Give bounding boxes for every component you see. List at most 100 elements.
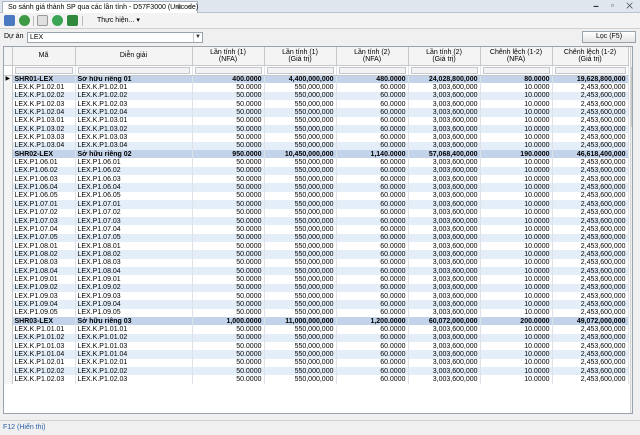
cell-value[interactable]: 550,000,000 [264,158,337,167]
table-row[interactable]: LEX.P1.09.05 LEX.P1.09.05 50.0000 550,000,0… [4,308,629,317]
column-filter-input[interactable] [194,66,262,74]
cell-value[interactable]: 50.0000 [192,233,265,242]
cell-value[interactable]: 3,003,600,000 [408,141,481,151]
cell-value[interactable]: 2,453,600,000 [552,158,629,167]
cell-value[interactable]: 50.0000 [192,191,265,201]
tab-compare-cost[interactable]: So sánh giá thành SP qua các lần tính - … [2,1,198,13]
cell-code[interactable]: LEX.K.P1.02.03 [12,375,76,384]
cell-description[interactable]: LEX.P1.06.03 [75,175,193,184]
column-filter-input[interactable] [482,66,550,74]
cell-value[interactable]: 50.0000 [192,100,265,109]
cell-value[interactable]: 2,453,600,000 [552,275,629,284]
table-row[interactable]: LEX.P1.06.04 LEX.P1.06.04 50.0000 550,000,0… [4,183,629,192]
cell-value[interactable]: 50.0000 [192,308,265,317]
cell-value[interactable]: 3,003,600,000 [408,216,481,226]
cell-value[interactable]: 2,453,600,000 [552,116,629,126]
cell-value[interactable]: 60.0000 [336,83,409,92]
filter-button[interactable]: Lọc (F5) [582,31,636,43]
cell-value[interactable]: 550,000,000 [264,108,337,117]
cell-value[interactable]: 2,453,600,000 [552,216,629,226]
cell-value[interactable]: 50.0000 [192,133,265,142]
cell-description[interactable]: LEX.K.P1.03.02 [75,125,193,134]
cell-value[interactable]: 60.0000 [336,308,409,317]
column-filter-cell[interactable] [12,65,76,76]
cell-value[interactable]: 550,000,000 [264,358,337,368]
cell-value[interactable]: 950.0000 [192,150,265,159]
cell-value[interactable]: 10.0000 [480,216,553,226]
column-header[interactable]: Lần tính (2) (NFA) [336,47,409,66]
cell-value[interactable]: 60.0000 [336,183,409,192]
cell-value[interactable]: 550,000,000 [264,83,337,92]
cell-value[interactable]: 50.0000 [192,225,265,234]
cell-value[interactable]: 10.0000 [480,367,553,376]
cell-value[interactable]: 10.0000 [480,225,553,234]
table-row[interactable]: LEX.K.P1.01.01 LEX.K.P1.01.01 50.0000 550,0… [4,325,629,334]
cell-value[interactable]: 2,453,600,000 [552,241,629,251]
cell-description[interactable]: LEX.P1.09.01 [75,275,193,284]
cell-value[interactable]: 4,400,000,000 [264,75,337,84]
cell-value[interactable]: 10.0000 [480,91,553,101]
cell-value[interactable]: 50.0000 [192,91,265,101]
cell-description[interactable]: LEX.K.P1.02.02 [75,367,193,376]
column-header[interactable]: Chênh lệch (1-2) (NFA) [480,47,553,66]
cell-value[interactable]: 50.0000 [192,125,265,134]
cell-value[interactable]: 10.0000 [480,333,553,342]
column-filter-input[interactable] [338,66,406,74]
cell-value[interactable]: 3,003,600,000 [408,108,481,117]
cell-value[interactable]: 10.0000 [480,250,553,259]
cell-value[interactable]: 60.0000 [336,158,409,167]
cell-value[interactable]: 550,000,000 [264,133,337,142]
cell-value[interactable]: 10.0000 [480,375,553,384]
cell-value[interactable]: 2,453,600,000 [552,250,629,259]
cell-value[interactable]: 3,003,600,000 [408,175,481,184]
column-filter-cell[interactable] [264,65,337,76]
cell-value[interactable]: 200.0000 [480,316,553,326]
cell-description[interactable]: LEX.P1.06.04 [75,183,193,192]
cell-code[interactable]: LEX.K.P1.02.01 [12,358,76,368]
cell-value[interactable]: 60.0000 [336,250,409,259]
cell-value[interactable]: 2,453,600,000 [552,208,629,217]
cell-code[interactable]: LEX.P1.09.01 [12,275,76,284]
cell-code[interactable]: LEX.P1.07.03 [12,216,76,226]
cell-value[interactable]: 10.0000 [480,342,553,351]
cell-value[interactable]: 400.0000 [192,75,265,84]
cell-value[interactable]: 10.0000 [480,166,553,176]
cell-value[interactable]: 550,000,000 [264,100,337,109]
cell-value[interactable]: 2,453,600,000 [552,367,629,376]
cell-value[interactable]: 50.0000 [192,175,265,184]
cell-value[interactable]: 3,003,600,000 [408,375,481,384]
cell-value[interactable]: 10.0000 [480,325,553,334]
column-filter-input[interactable] [77,66,190,74]
column-filter-cell[interactable] [480,65,553,76]
cell-code[interactable]: LEX.K.P1.01.04 [12,350,76,359]
cell-value[interactable]: 60.0000 [336,233,409,242]
cell-value[interactable]: 60.0000 [336,133,409,142]
cell-value[interactable]: 60.0000 [336,241,409,251]
column-header[interactable]: Diễn giải [75,47,193,66]
cell-code[interactable]: LEX.K.P1.02.03 [12,100,76,109]
cell-value[interactable]: 3,003,600,000 [408,83,481,92]
column-header[interactable]: Mã [12,47,76,66]
cell-code[interactable]: LEX.P1.06.04 [12,183,76,192]
cell-value[interactable]: 10.0000 [480,241,553,251]
cell-description[interactable]: LEX.K.P1.03.04 [75,141,193,151]
cell-value[interactable]: 2,453,600,000 [552,325,629,334]
cell-value[interactable]: 60.0000 [336,325,409,334]
cell-value[interactable]: 10.0000 [480,125,553,134]
cell-value[interactable]: 60.0000 [336,100,409,109]
cell-value[interactable]: 60.0000 [336,116,409,126]
table-row[interactable]: LEX.K.P1.03.03 LEX.K.P1.03.03 50.0000 550,0… [4,133,629,142]
column-filter-cell[interactable] [408,65,481,76]
cell-value[interactable]: 50.0000 [192,375,265,384]
table-row[interactable]: LEX.K.P1.02.01 LEX.K.P1.02.01 50.0000 550,0… [4,83,629,92]
cell-code[interactable]: LEX.K.P1.02.01 [12,83,76,92]
table-row[interactable]: LEX.K.P1.02.03 LEX.K.P1.02.03 50.0000 550,0… [4,375,629,384]
chevron-down-icon[interactable]: ▼ [193,33,202,42]
cell-code[interactable]: LEX.P1.06.02 [12,166,76,176]
table-row[interactable]: LEX.K.P1.01.02 LEX.K.P1.01.02 50.0000 550,0… [4,333,629,342]
column-filter-cell[interactable] [75,65,193,76]
cell-value[interactable]: 3,003,600,000 [408,350,481,359]
cell-value[interactable]: 2,453,600,000 [552,200,629,209]
search-icon[interactable] [4,15,15,26]
cell-value[interactable]: 50.0000 [192,283,265,292]
